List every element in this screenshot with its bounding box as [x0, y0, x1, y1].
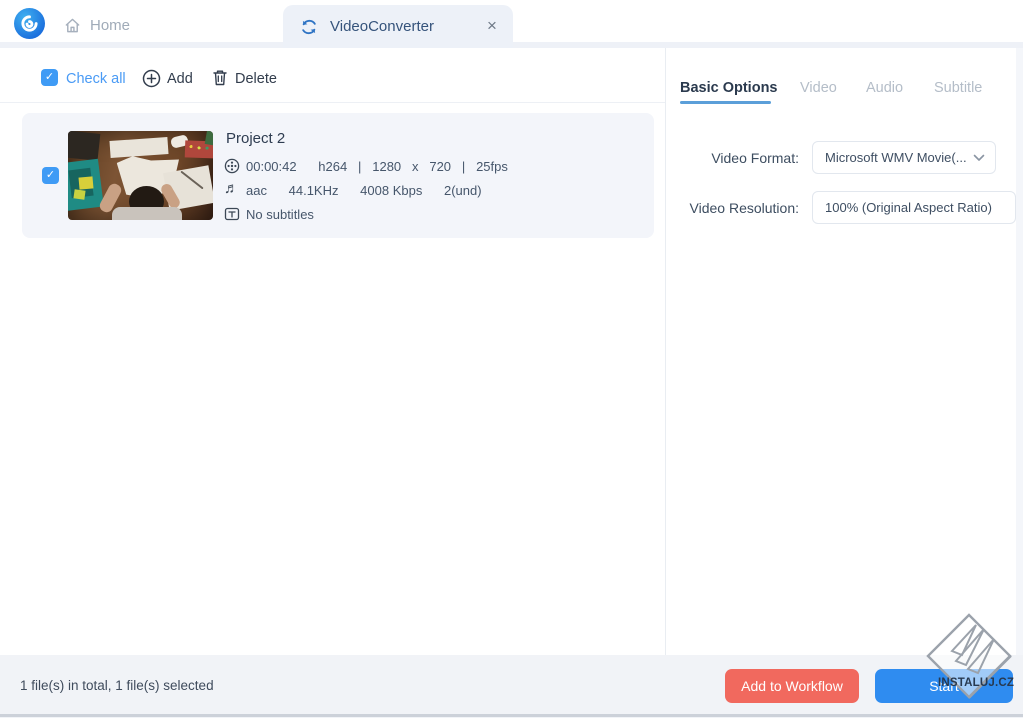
check-all-checkbox[interactable]: ✓ [41, 69, 58, 86]
tab-subtitle[interactable]: Subtitle [934, 80, 982, 96]
tab-basic-options[interactable]: Basic Options [680, 80, 778, 96]
window-bottom-edge [0, 714, 1023, 717]
file-title: Project 2 [226, 130, 286, 147]
toolbar-separator [0, 102, 665, 103]
home-icon [65, 18, 80, 32]
home-tab-label: Home [90, 16, 131, 34]
video-resolution-select[interactable]: 100% (Original Aspect Ratio) [812, 191, 1016, 224]
delete-icon[interactable] [211, 68, 229, 92]
active-tab-underline [680, 101, 771, 104]
subtitle-icon [224, 206, 240, 227]
video-info: 00:00:42 h264 | 1280 x 720 | 25fps [246, 159, 508, 174]
home-tab[interactable]: Home [64, 14, 130, 36]
add-button[interactable]: Add [167, 71, 193, 87]
check-icon: ✓ [44, 71, 55, 83]
titlebar: Home VideoConverter × ⚙ × [0, 0, 1023, 48]
app-logo [14, 8, 45, 39]
video-thumbnail [68, 131, 213, 220]
tab-audio[interactable]: Audio [866, 80, 903, 96]
chevron-down-icon [973, 154, 985, 161]
app-logo-icon [21, 15, 38, 32]
tab-close-icon[interactable]: × [483, 15, 501, 37]
video-format-label: Video Format: [711, 150, 799, 166]
add-to-workflow-button[interactable]: Add to Workflow [725, 669, 859, 703]
video-resolution-label: Video Resolution: [689, 200, 799, 216]
subtitle-info: No subtitles [246, 207, 314, 222]
instaluj-watermark-text: INSTALUJ.CZ [938, 677, 1015, 689]
video-resolution-value: 100% (Original Aspect Ratio) [825, 200, 992, 215]
film-reel-icon [224, 158, 240, 179]
delete-button[interactable]: Delete [235, 71, 277, 87]
status-summary: 1 file(s) in total, 1 file(s) selected [20, 678, 214, 693]
music-note-icon: ♬ [224, 180, 239, 197]
sync-icon [302, 19, 316, 34]
video-format-select[interactable]: Microsoft WMV Movie(... [812, 141, 996, 174]
scrollbar-track[interactable] [1016, 48, 1023, 655]
tab-videoconverter[interactable]: VideoConverter × [283, 5, 513, 48]
add-icon[interactable] [142, 69, 161, 93]
video-format-value: Microsoft WMV Movie(... [825, 150, 967, 165]
check-all-label[interactable]: Check all [66, 71, 126, 87]
check-icon: ✓ [45, 169, 56, 181]
app-window: Home VideoConverter × ⚙ × ✓ Check all [0, 0, 1023, 718]
file-checkbox[interactable]: ✓ [42, 167, 59, 184]
panel-divider [665, 48, 666, 655]
tab-video[interactable]: Video [800, 80, 837, 96]
audio-info: aac 44.1KHz 4008 Kbps 2(und) [246, 183, 482, 198]
tab-videoconverter-label: VideoConverter [330, 18, 434, 35]
